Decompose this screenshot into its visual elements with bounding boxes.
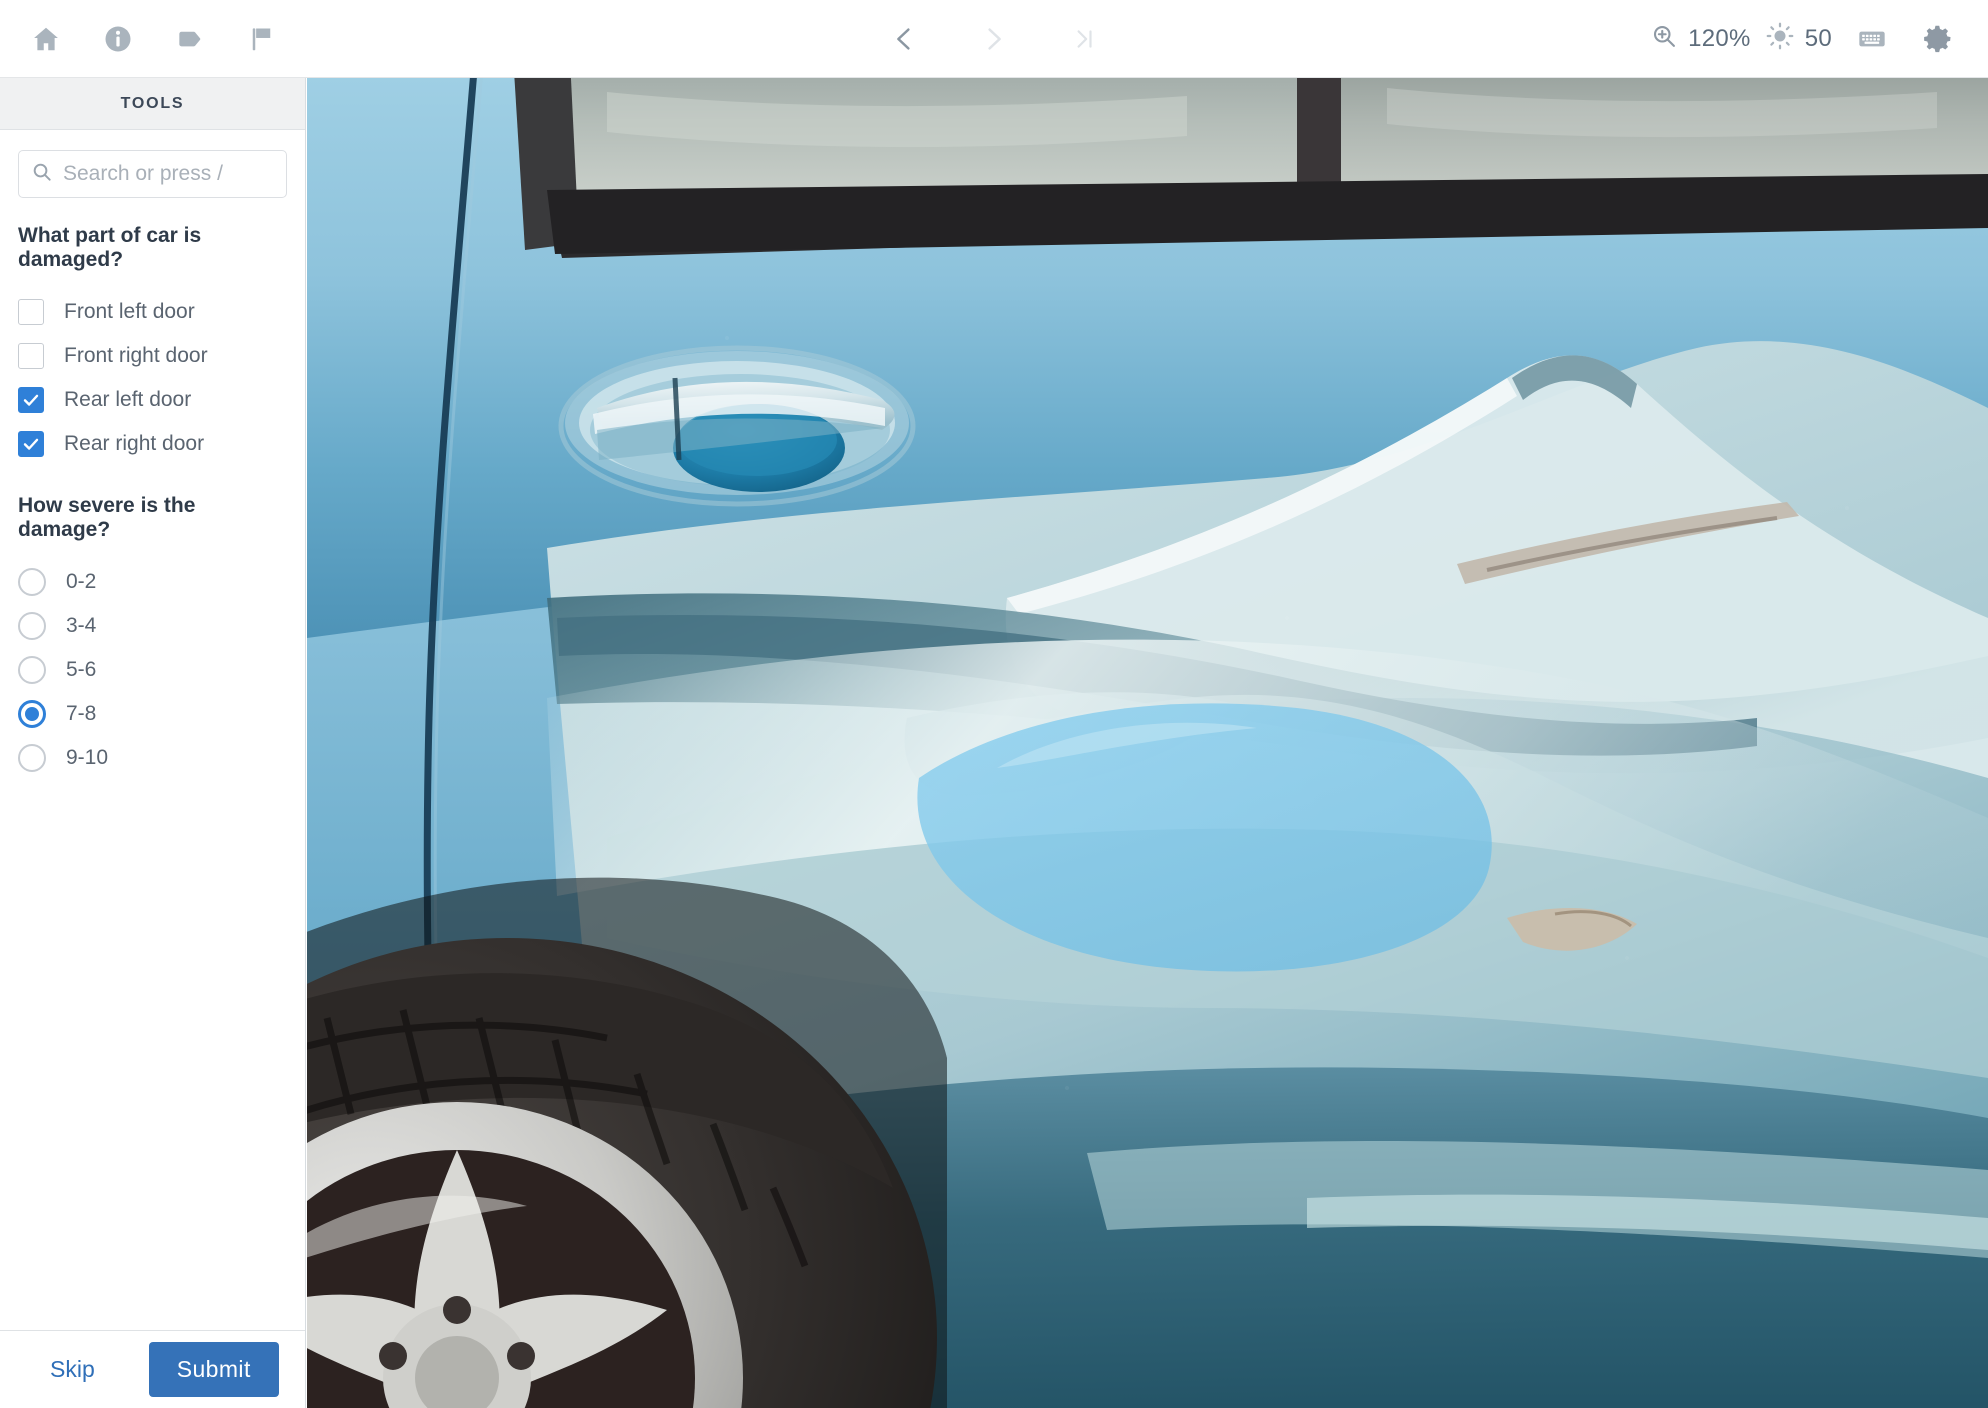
checkbox-option-rear-right-door[interactable]: Rear right door <box>18 422 287 466</box>
checkbox-icon[interactable] <box>18 387 44 413</box>
zoom-in-icon[interactable] <box>1650 22 1678 55</box>
radio-icon[interactable] <box>18 568 46 596</box>
search-icon <box>31 161 63 188</box>
image-canvas[interactable] <box>307 78 1988 1408</box>
brightness-control[interactable]: 50 <box>1765 21 1832 56</box>
question-title: What part of car is damaged? <box>18 224 202 271</box>
damaged-car-photo <box>307 78 1988 1408</box>
sidebar-title: TOOLS <box>120 94 185 112</box>
gear-icon[interactable] <box>1912 13 1964 65</box>
radio-icon[interactable] <box>18 700 46 728</box>
radio-label: 7-8 <box>66 702 97 725</box>
checkbox-option-rear-left-door[interactable]: Rear left door <box>18 378 287 422</box>
checkbox-icon[interactable] <box>18 343 44 369</box>
keyboard-icon[interactable] <box>1846 13 1898 65</box>
search-box[interactable] <box>18 150 287 198</box>
radio-icon[interactable] <box>18 656 46 684</box>
brightness-icon[interactable] <box>1765 21 1795 56</box>
zoom-level-value: 120% <box>1688 24 1751 52</box>
submit-button[interactable]: Submit <box>148 1342 279 1397</box>
checkbox-icon[interactable] <box>18 431 44 457</box>
sidebar-footer: Skip Submit <box>0 1330 305 1408</box>
checkbox-option-front-right-door[interactable]: Front right door <box>18 334 287 378</box>
radio-option-3-4[interactable]: 3-4 <box>18 604 287 648</box>
radio-icon[interactable] <box>18 744 46 772</box>
top-toolbar: 120% 50 <box>0 0 1988 78</box>
skip-to-end-icon[interactable] <box>1060 15 1108 63</box>
question-title: How severe is the damage? <box>18 494 196 541</box>
brightness-value: 50 <box>1804 24 1832 52</box>
checkbox-option-front-left-door[interactable]: Front left door <box>18 290 287 334</box>
home-icon[interactable] <box>20 13 72 65</box>
next-icon[interactable] <box>970 15 1018 63</box>
sidebar-header: TOOLS <box>0 78 305 130</box>
radio-option-0-2[interactable]: 0-2 <box>18 560 287 604</box>
checkbox-label: Rear right door <box>64 432 205 455</box>
radio-icon[interactable] <box>18 612 46 640</box>
checkbox-label: Front right door <box>64 344 208 367</box>
toolbar-right-group: 120% 50 <box>1650 13 1988 65</box>
radio-label: 9-10 <box>66 746 109 769</box>
radio-label: 0-2 <box>66 570 97 593</box>
question-block-damaged-part: What part of car is damaged? Front left … <box>18 224 287 466</box>
checkbox-label: Front left door <box>64 300 195 323</box>
flag-icon[interactable] <box>236 13 288 65</box>
radio-option-7-8[interactable]: 7-8 <box>18 692 287 736</box>
radio-label: 5-6 <box>66 658 97 681</box>
checkbox-icon[interactable] <box>18 299 44 325</box>
previous-icon[interactable] <box>880 15 928 63</box>
zoom-control[interactable]: 120% <box>1650 22 1751 55</box>
info-icon[interactable] <box>92 13 144 65</box>
question-block-damage-severity: How severe is the damage? 0-2 3-4 5-6 7-… <box>18 494 287 780</box>
radio-label: 3-4 <box>66 614 97 637</box>
tag-icon[interactable] <box>164 13 216 65</box>
skip-button[interactable]: Skip <box>20 1346 125 1393</box>
radio-option-9-10[interactable]: 9-10 <box>18 736 287 780</box>
search-input[interactable] <box>63 162 274 186</box>
radio-option-5-6[interactable]: 5-6 <box>18 648 287 692</box>
sidebar-body: What part of car is damaged? Front left … <box>0 130 305 1330</box>
toolbar-left-group <box>0 13 288 65</box>
checkbox-label: Rear left door <box>64 388 192 411</box>
tools-sidebar: TOOLS What part of car is damaged? Front… <box>0 78 306 1408</box>
